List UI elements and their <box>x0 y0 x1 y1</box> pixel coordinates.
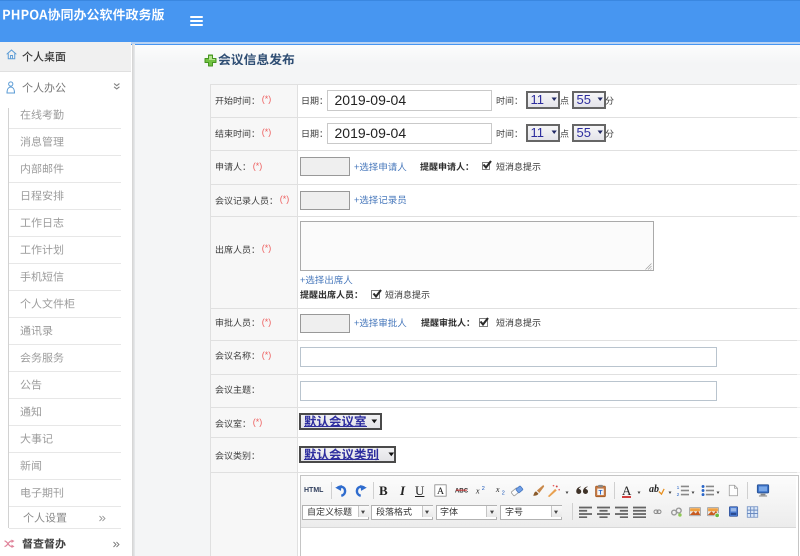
svg-text:2: 2 <box>481 486 484 492</box>
svg-text:2: 2 <box>501 491 504 496</box>
svg-text:2: 2 <box>676 492 679 497</box>
svg-text:T: T <box>598 489 602 496</box>
svg-text:A: A <box>436 486 443 497</box>
svg-text:x: x <box>494 485 499 494</box>
svg-text:x: x <box>474 486 479 495</box>
svg-text:1: 1 <box>676 485 679 491</box>
svg-text:ABC: ABC <box>454 488 468 495</box>
